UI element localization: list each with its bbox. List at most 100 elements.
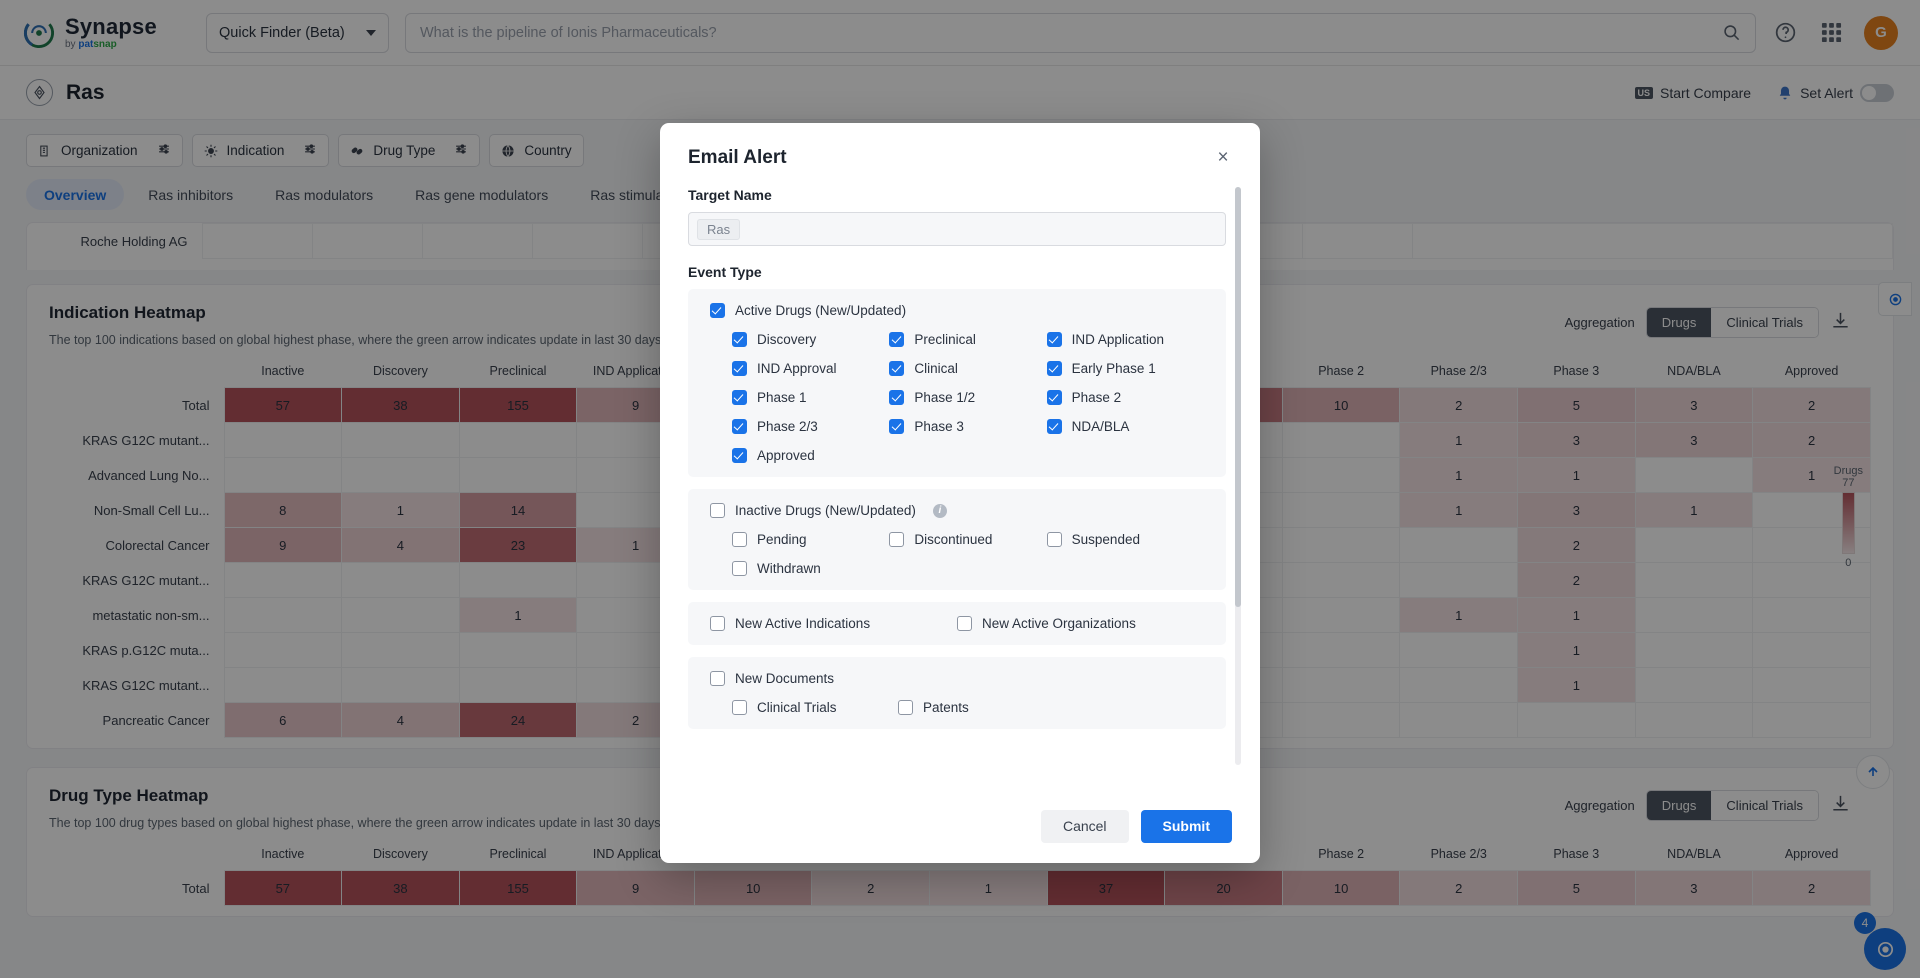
checkbox-label: Phase 3: [914, 419, 964, 434]
checkbox-box[interactable]: [710, 303, 725, 318]
group-active-drugs: Active Drugs (New/Updated) Discovery Precl…: [688, 289, 1226, 477]
checkbox-box[interactable]: [889, 332, 905, 347]
checkbox-nda-bla[interactable]: NDA/BLA: [1046, 419, 1204, 434]
checkbox-phase-2[interactable]: Phase 2: [1046, 390, 1204, 405]
checkbox-row: Approved: [688, 448, 1226, 463]
checkbox-label: Clinical: [914, 361, 958, 376]
event-type-groups: Active Drugs (New/Updated) Discovery Precl…: [688, 289, 1226, 729]
scrollbar-thumb[interactable]: [1235, 187, 1241, 607]
checkbox-row: Discovery Preclinical IND Application: [688, 332, 1226, 347]
checkbox-label: Phase 1: [757, 390, 807, 405]
checkbox-new-active-indications[interactable]: New Active Indications: [710, 616, 957, 631]
group-parent-row: New Documents: [688, 671, 1226, 686]
target-name-input[interactable]: Ras: [688, 212, 1226, 246]
checkbox-clinical[interactable]: Clinical: [889, 361, 1046, 376]
checkbox-row: Pending Discontinued Suspended: [688, 532, 1226, 547]
group-parent-row: Active Drugs (New/Updated): [688, 303, 1226, 318]
checkbox-suspended[interactable]: Suspended: [1046, 532, 1204, 547]
checkbox-label: Approved: [757, 448, 815, 463]
checkbox-box[interactable]: [889, 532, 905, 547]
checkbox-box[interactable]: [732, 700, 747, 715]
checkbox-label: Withdrawn: [757, 561, 821, 576]
scrollbar-track[interactable]: [1235, 187, 1241, 765]
group-parent-row: Inactive Drugs (New/Updated) i: [688, 503, 1226, 518]
checkbox-label: Preclinical: [914, 332, 976, 347]
checkbox-early-phase-1[interactable]: Early Phase 1: [1046, 361, 1204, 376]
checkbox-box[interactable]: [710, 671, 725, 686]
checkbox-row: IND Approval Clinical Early Phase 1: [688, 361, 1226, 376]
cancel-button[interactable]: Cancel: [1040, 809, 1129, 843]
checkbox-preclinical[interactable]: Preclinical: [889, 332, 1046, 347]
dialog-header: Email Alert ×: [660, 123, 1260, 169]
checkbox-active-drugs-new-updated[interactable]: Active Drugs (New/Updated): [710, 303, 980, 318]
group-inactive-drugs: Inactive Drugs (New/Updated) i Pending Disc…: [688, 489, 1226, 590]
checkbox-box[interactable]: [957, 616, 972, 631]
checkbox-label: NDA/BLA: [1071, 419, 1130, 434]
checkbox-clinical-trials[interactable]: Clinical Trials: [732, 700, 898, 715]
checkbox-row: New Active Indications New Active Organiz…: [688, 616, 1226, 631]
checkbox-discovery[interactable]: Discovery: [732, 332, 889, 347]
checkbox-box[interactable]: [710, 616, 725, 631]
checkbox-label: IND Application: [1071, 332, 1164, 347]
dialog-title: Email Alert: [688, 147, 787, 168]
checkbox-row: Phase 1 Phase 1/2 Phase 2: [688, 390, 1226, 405]
checkbox-box[interactable]: [889, 390, 905, 405]
dialog-footer: Cancel Submit: [660, 789, 1260, 863]
checkbox-patents[interactable]: Patents: [898, 700, 1064, 715]
checkbox-label: Inactive Drugs (New/Updated): [735, 503, 916, 518]
checkbox-label: Phase 2: [1071, 390, 1122, 405]
checkbox-label: New Documents: [735, 671, 835, 686]
email-alert-dialog: Email Alert × Target Name Ras Event Type…: [660, 123, 1260, 863]
checkbox-phase-1[interactable]: Phase 1: [732, 390, 889, 405]
checkbox-withdrawn[interactable]: Withdrawn: [732, 561, 898, 576]
checkbox-box[interactable]: [732, 532, 747, 547]
checkbox-label: Phase 2/3: [757, 419, 818, 434]
checkbox-label: Pending: [757, 532, 807, 547]
target-name-tag[interactable]: Ras: [697, 218, 741, 240]
target-name-label: Target Name: [688, 187, 772, 203]
checkbox-box[interactable]: [1046, 361, 1062, 376]
checkbox-inactive-drugs-new-updated[interactable]: Inactive Drugs (New/Updated) i: [710, 503, 980, 518]
checkbox-label: New Active Organizations: [982, 616, 1136, 631]
checkbox-box[interactable]: [1046, 419, 1062, 434]
checkbox-discontinued[interactable]: Discontinued: [889, 532, 1046, 547]
checkbox-phase-2-3[interactable]: Phase 2/3: [732, 419, 889, 434]
screen: Synapse by patsnap Quick Finder (Beta) W…: [0, 0, 1920, 978]
info-icon[interactable]: i: [932, 503, 947, 518]
checkbox-phase-1-2[interactable]: Phase 1/2: [889, 390, 1046, 405]
checkbox-label: Suspended: [1071, 532, 1140, 547]
checkbox-box[interactable]: [732, 390, 747, 405]
checkbox-box[interactable]: [732, 561, 747, 576]
checkbox-box[interactable]: [732, 419, 747, 434]
checkbox-row: Withdrawn: [688, 561, 1226, 576]
checkbox-phase-3[interactable]: Phase 3: [889, 419, 1046, 434]
checkbox-row: Clinical Trials Patents: [688, 700, 1226, 715]
checkbox-ind-application[interactable]: IND Application: [1046, 332, 1204, 347]
checkbox-box[interactable]: [732, 332, 747, 347]
checkbox-box[interactable]: [710, 503, 725, 518]
checkbox-approved[interactable]: Approved: [732, 448, 898, 463]
checkbox-label: New Active Indications: [735, 616, 871, 631]
checkbox-box[interactable]: [889, 361, 905, 376]
close-icon[interactable]: ×: [1210, 145, 1236, 171]
checkbox-box[interactable]: [1046, 390, 1062, 405]
dialog-scroll-area: Target Name Ras Event Type Active Drugs …: [688, 187, 1232, 789]
checkbox-box[interactable]: [898, 700, 913, 715]
checkbox-box[interactable]: [732, 448, 747, 463]
checkbox-label: Discovery: [757, 332, 817, 347]
checkbox-ind-approval[interactable]: IND Approval: [732, 361, 889, 376]
checkbox-box[interactable]: [1046, 332, 1062, 347]
checkbox-pending[interactable]: Pending: [732, 532, 889, 547]
checkbox-label: Active Drugs (New/Updated): [735, 303, 907, 318]
event-type-label: Event Type: [688, 264, 762, 280]
checkbox-box[interactable]: [889, 419, 905, 434]
checkbox-box[interactable]: [1046, 532, 1062, 547]
checkbox-row: Phase 2/3 Phase 3 NDA/BLA: [688, 419, 1226, 434]
checkbox-new-active-organizations[interactable]: New Active Organizations: [957, 616, 1204, 631]
submit-button[interactable]: Submit: [1140, 809, 1232, 843]
checkbox-label: IND Approval: [757, 361, 837, 376]
checkbox-box[interactable]: [732, 361, 747, 376]
checkbox-label: Patents: [923, 700, 969, 715]
checkbox-label: Clinical Trials: [757, 700, 837, 715]
checkbox-new-documents[interactable]: New Documents: [710, 671, 980, 686]
